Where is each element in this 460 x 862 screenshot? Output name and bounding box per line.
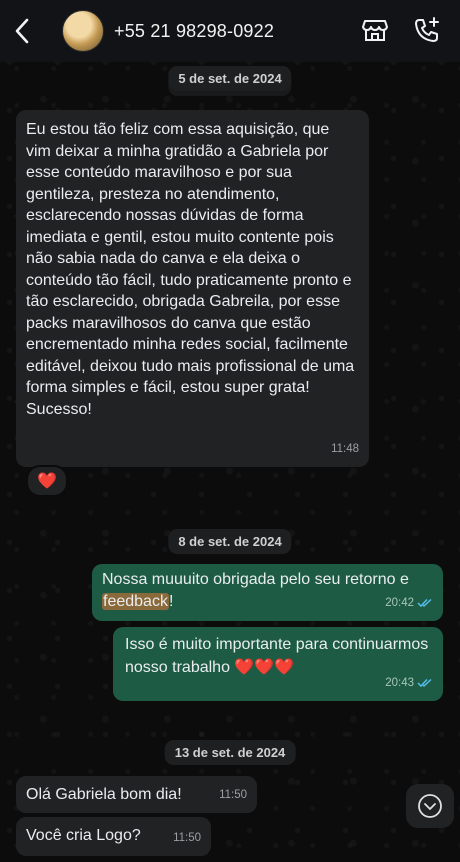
reaction-badge[interactable]: ❤️ (26, 465, 68, 497)
add-call-icon (415, 17, 439, 42)
chat-header: +55 21 98298-0922 (0, 0, 460, 62)
message-time: 11:50 (173, 828, 201, 850)
message-time: 11:48 (331, 439, 359, 461)
double-check-icon (417, 679, 432, 688)
message-bubble-incoming[interactable]: Olá Gabriela bom dia! 11:50 (16, 776, 257, 813)
add-call-button[interactable] (412, 14, 442, 46)
date-chip: 13 de set. de 2024 (164, 740, 296, 765)
double-check-icon (417, 599, 432, 608)
date-chip: 5 de set. de 2024 (168, 66, 292, 91)
message-bubble-outgoing[interactable]: Nossa muuuito obrigada pelo seu retorno … (92, 564, 443, 621)
message-bubble-incoming[interactable]: Eu estou tão feliz com essa aquisição, q… (16, 110, 369, 467)
date-chip: 8 de set. de 2024 (168, 529, 292, 554)
contact-name[interactable]: +55 21 98298-0922 (114, 21, 274, 42)
message-text: Eu estou tão feliz com essa aquisição, q… (26, 121, 355, 418)
chevron-left-icon (15, 18, 29, 44)
highlighted-word[interactable]: feedback (102, 592, 169, 610)
message-time: 20:43 (385, 673, 433, 695)
time-label: 20:43 (385, 676, 414, 689)
back-button[interactable] (2, 0, 42, 62)
time-label: 11:50 (173, 831, 201, 844)
message-time: 20:42 (385, 593, 433, 615)
message-text-part: ! (168, 592, 174, 610)
message-bubble-outgoing[interactable]: Isso é muito importante para continuarmo… (113, 627, 443, 701)
message-text: Nossa muuuito obrigada pelo seu retorno … (102, 569, 433, 612)
time-label: 20:42 (385, 596, 414, 609)
message-time: 11:50 (219, 785, 247, 807)
message-text-part: Nossa muuuito obrigada pelo seu retorno … (102, 571, 409, 588)
scroll-to-bottom-button[interactable] (406, 784, 454, 828)
store-button[interactable] (360, 14, 390, 46)
message-bubble-incoming[interactable]: Você cria Logo? 11:50 (16, 817, 211, 856)
storefront-icon (362, 20, 388, 41)
time-label: 11:50 (219, 788, 247, 801)
contact-avatar[interactable] (62, 10, 104, 52)
chevron-down-circle-icon (418, 794, 442, 818)
heart-reaction-icon: ❤️ (37, 473, 57, 490)
message-text: Olá Gabriela bom dia! (26, 786, 182, 803)
time-label: 11:48 (331, 442, 359, 455)
